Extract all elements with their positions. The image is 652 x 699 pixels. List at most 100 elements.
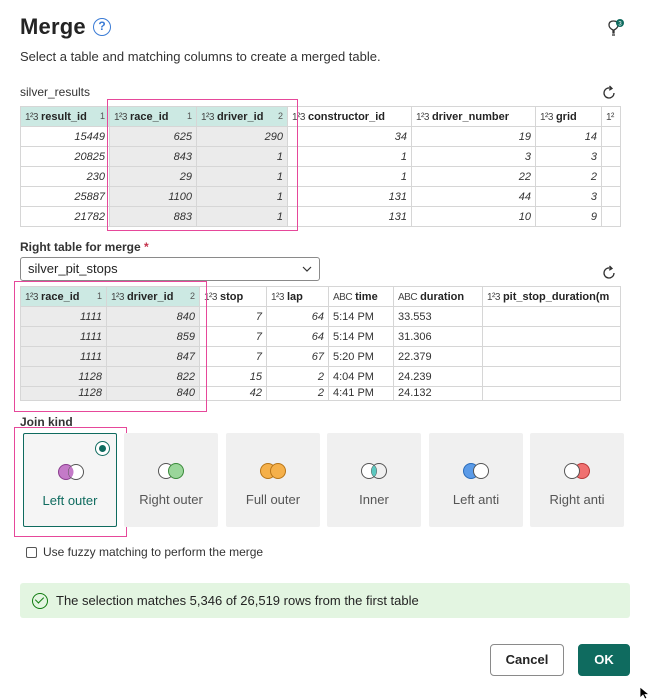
table-row: 1111 847 7 67 5:20 PM 22.379 [20, 346, 621, 367]
table-cell: 1128 [20, 366, 107, 387]
table-cell: 1 [196, 146, 288, 167]
table-row: 1128 822 15 2 4:04 PM 24.239 [20, 366, 621, 387]
join-option-full-outer[interactable]: Full outer [226, 433, 320, 527]
table-cell: 1 [196, 186, 288, 207]
table-row: 230 29 1 1 22 2 [20, 166, 621, 187]
table-cell: 31.306 [393, 326, 483, 347]
table-cell: 1 [287, 166, 412, 187]
refresh-right-icon[interactable] [599, 263, 619, 283]
left-col-grid[interactable]: 1²3 grid [535, 106, 602, 127]
venn-left-outer-icon [58, 464, 84, 480]
table-cell: 131 [287, 186, 412, 207]
left-col-result-id[interactable]: 1²3 result_id 1 [20, 106, 110, 127]
mouse-pointer-icon [639, 687, 651, 699]
table-cell: 1 [196, 206, 288, 227]
table-cell: 3 [535, 186, 602, 207]
left-col-constructor-id[interactable]: 1²3 constructor_id [287, 106, 412, 127]
table-cell: 2 [535, 166, 602, 187]
table-cell: 19 [411, 126, 536, 147]
table-cell [601, 206, 621, 227]
table-cell: 25887 [20, 186, 110, 207]
join-option-right-anti[interactable]: Right anti [530, 433, 624, 527]
join-option-right-outer[interactable]: Right outer [124, 433, 218, 527]
table-cell: 1 [287, 146, 412, 167]
right-col-time[interactable]: ABC time [328, 286, 394, 307]
table-cell: 29 [109, 166, 197, 187]
refresh-left-icon[interactable] [599, 83, 619, 103]
left-col-driver-number[interactable]: 1²3 driver_number [411, 106, 536, 127]
table-cell: 883 [109, 206, 197, 227]
radio-selected-icon [95, 441, 110, 456]
left-col-overflow[interactable]: 1² [601, 106, 621, 127]
right-col-duration[interactable]: ABC duration [393, 286, 483, 307]
table-cell: 131 [287, 206, 412, 227]
table-cell: 24.132 [393, 386, 483, 401]
table-cell [482, 326, 621, 347]
table-cell: 847 [106, 346, 200, 367]
table-row: 1111 859 7 64 5:14 PM 31.306 [20, 326, 621, 347]
table-cell [601, 186, 621, 207]
table-cell: 22.379 [393, 346, 483, 367]
table-cell: 7 [199, 346, 267, 367]
table-cell: 67 [266, 346, 329, 367]
table-cell: 5:20 PM [328, 346, 394, 367]
table-cell: 14 [535, 126, 602, 147]
table-cell [601, 146, 621, 167]
join-option-left-anti[interactable]: Left anti [429, 433, 523, 527]
venn-right-outer-icon [158, 463, 184, 479]
cancel-button[interactable]: Cancel [490, 644, 564, 676]
join-label: Full outer [245, 492, 301, 507]
right-table-header: 1²3 race_id 1 1²3 driver_id 2 1²3 stop 1²3 lap… [20, 286, 621, 307]
table-cell: 7 [199, 326, 267, 347]
join-label: Right anti [549, 492, 605, 507]
venn-inner-icon [361, 463, 387, 479]
join-option-left-outer[interactable]: Left outer [23, 433, 117, 527]
table-cell [482, 346, 621, 367]
table-cell: 822 [106, 366, 200, 387]
check-circle-icon [32, 592, 48, 609]
fuzzy-matching-option[interactable]: Use fuzzy matching to perform the merge [26, 545, 263, 559]
join-label: Left outer [42, 493, 98, 508]
table-cell: 24.239 [393, 366, 483, 387]
venn-right-anti-icon [564, 463, 590, 479]
table-cell: 4:41 PM [328, 386, 394, 401]
join-label: Left anti [452, 492, 500, 507]
right-col-lap[interactable]: 1²3 lap [266, 286, 329, 307]
lightbulb-icon[interactable]: 3 [604, 18, 626, 40]
join-option-inner[interactable]: Inner [327, 433, 421, 527]
table-cell: 2 [266, 386, 329, 401]
table-cell: 230 [20, 166, 110, 187]
table-cell: 859 [106, 326, 200, 347]
table-cell: 3 [535, 146, 602, 167]
right-table-dropdown[interactable]: silver_pit_stops [20, 257, 320, 281]
left-col-driver-id[interactable]: 1²3 driver_id 2 [196, 106, 288, 127]
left-table-header: 1²3 result_id 1 1²3 race_id 1 1²3 driver_id 2 … [20, 106, 621, 127]
table-cell: 1128 [20, 386, 107, 401]
join-label: Right outer [139, 492, 203, 507]
table-row: 21782 883 1 131 10 9 [20, 206, 621, 227]
table-cell [482, 366, 621, 387]
right-table-label: Right table for merge * [20, 240, 149, 254]
right-col-pit-stop-duration[interactable]: 1²3 pit_stop_duration(m [482, 286, 621, 307]
page-title: Merge [20, 14, 86, 39]
left-col-race-id[interactable]: 1²3 race_id 1 [109, 106, 197, 127]
page-subtitle: Select a table and matching columns to c… [20, 49, 381, 64]
ok-button[interactable]: OK [578, 644, 630, 676]
table-cell: 1111 [20, 306, 107, 327]
table-cell: 64 [266, 306, 329, 327]
help-icon[interactable]: ? [93, 18, 111, 36]
table-cell: 4:04 PM [328, 366, 394, 387]
table-cell: 2 [266, 366, 329, 387]
fuzzy-checkbox[interactable] [26, 546, 37, 558]
right-col-stop[interactable]: 1²3 stop [199, 286, 267, 307]
table-cell: 7 [199, 306, 267, 327]
venn-left-anti-icon [463, 463, 489, 479]
table-cell: 840 [106, 306, 200, 327]
right-col-driver-id[interactable]: 1²3 driver_id 2 [106, 286, 200, 307]
left-table-preview: 1²3 result_id 1 1²3 race_id 1 1²3 driver_id 2 … [20, 106, 621, 227]
table-cell: 44 [411, 186, 536, 207]
table-cell: 9 [535, 206, 602, 227]
right-col-race-id[interactable]: 1²3 race_id 1 [20, 286, 107, 307]
table-cell: 1 [196, 166, 288, 187]
table-cell: 22 [411, 166, 536, 187]
